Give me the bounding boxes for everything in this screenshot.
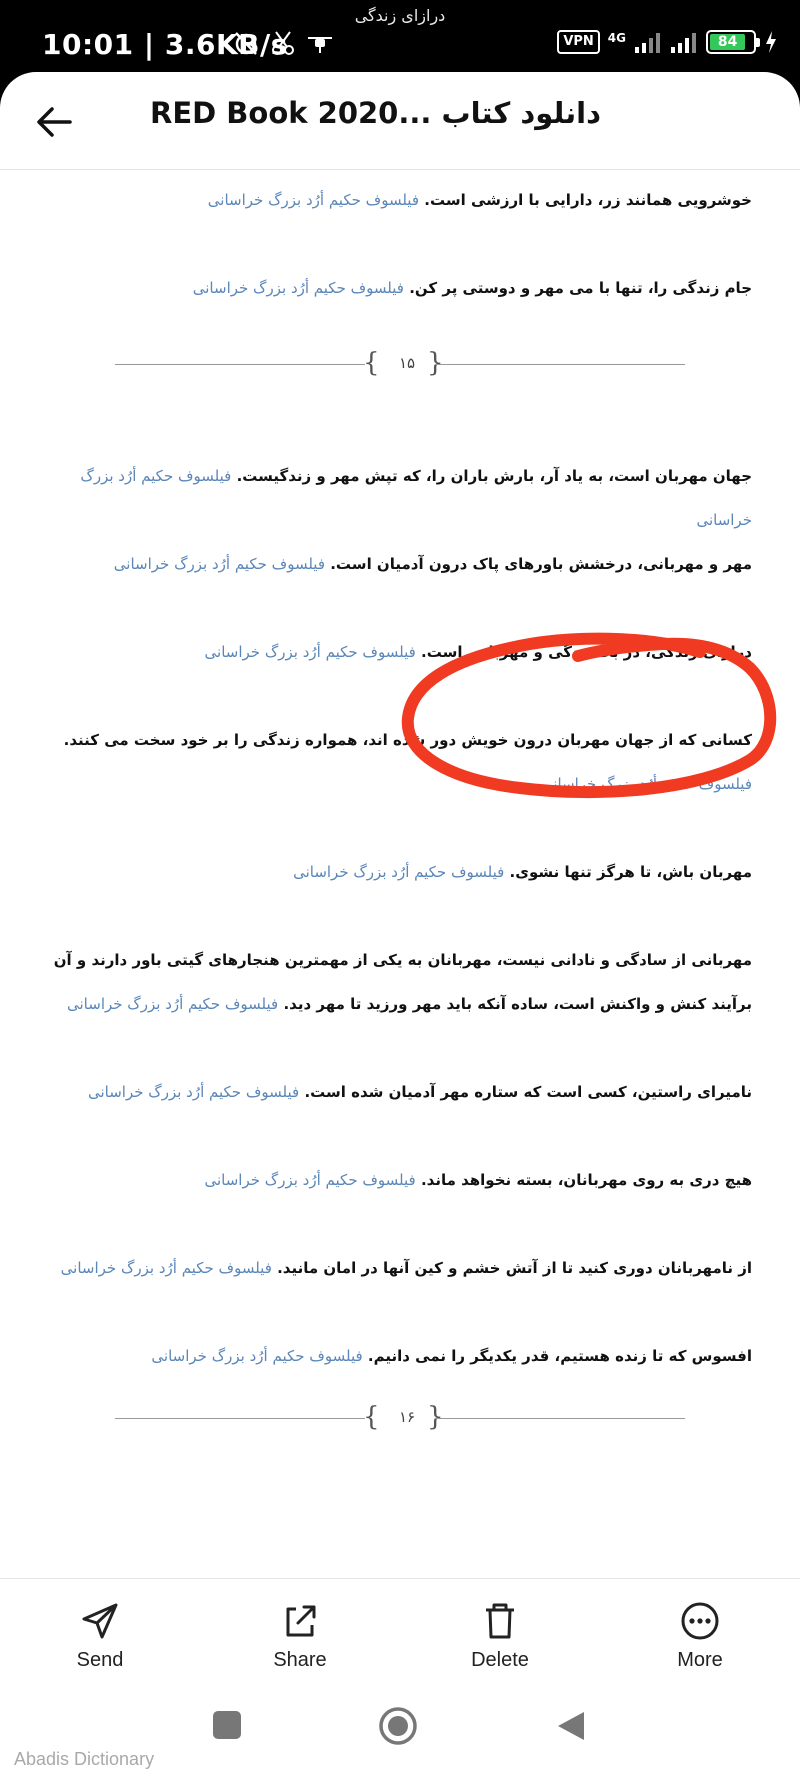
- home-button[interactable]: [378, 1706, 418, 1750]
- quote-author-link[interactable]: فیلسوف حکیم أرُد بزرگ خراسانی: [205, 643, 416, 661]
- quote-author-link[interactable]: فیلسوف حکیم أرُد بزرگ خراسانی: [151, 1347, 362, 1365]
- system-nav-bar: Abadis Dictionary: [0, 1690, 800, 1778]
- quote-text: نامیرای راستین، کسی است که ستاره مهر آدم…: [304, 1083, 752, 1101]
- app-header: دانلود کتاب ...RED Book 2020: [0, 72, 800, 170]
- quote-author-link[interactable]: فیلسوف حکیم أرُد بزرگ خراسانی: [193, 279, 404, 297]
- back-nav-button[interactable]: [556, 1710, 586, 1746]
- delete-label: Delete: [471, 1649, 529, 1671]
- status-right-icons: VPN 4G 84: [557, 30, 778, 54]
- quote-item: افسوس که تا زنده هستیم، قدر یکدیگر را نم…: [52, 1334, 752, 1378]
- quote-text: خوشرویی همانند زر، دارایی با ارزشی است.: [424, 191, 752, 209]
- notification-title: درازای زندگی: [354, 6, 446, 25]
- app-window: دانلود کتاب ...RED Book 2020 خوشرویی هما…: [0, 72, 800, 1778]
- quote-item: مهر و مهربانی، درخشش باورهای پاک درون آد…: [52, 542, 752, 586]
- battery-level: 84: [710, 34, 746, 50]
- send-button[interactable]: Send: [30, 1601, 170, 1672]
- page-number: ۱۵: [398, 354, 416, 372]
- page-title: دانلود کتاب ...RED Book 2020: [150, 96, 601, 130]
- message-content: خوشرویی همانند زر، دارایی با ارزشی است. …: [0, 170, 800, 1570]
- more-dots-icon: [681, 1602, 719, 1640]
- signal-icon-2: [671, 33, 696, 53]
- quote-item: مهربانی از سادگی و نادانی نیست، مهربانان…: [52, 938, 752, 1026]
- quote-author-link[interactable]: فیلسوف حکیم أرُد بزرگ خراسانی: [293, 863, 504, 881]
- quote-text: از نامهربانان دوری کنید تا از آتش خشم و …: [277, 1259, 752, 1277]
- arrow-left-icon: [37, 107, 72, 137]
- quote-text: هیچ دری به روی مهربانان، بسته نخواهد مان…: [420, 1171, 752, 1189]
- more-label: More: [677, 1649, 723, 1671]
- battery-indicator: 84: [706, 30, 760, 54]
- page-number: ۱۶: [398, 1408, 416, 1426]
- send-label: Send: [76, 1649, 124, 1671]
- triangle-back-icon: [558, 1712, 584, 1740]
- charging-icon: [766, 31, 776, 53]
- watermark-text: Abadis Dictionary: [14, 1749, 155, 1769]
- quote-author-link[interactable]: فیلسوف حکیم أرُد بزرگ خراسانی: [61, 1259, 272, 1277]
- signal-icon-1: [635, 33, 660, 53]
- quote-author-link[interactable]: فیلسوف حکیم أرُد بزرگ خراسانی: [88, 1083, 299, 1101]
- more-button[interactable]: More: [630, 1601, 770, 1672]
- send-icon: [82, 1603, 118, 1639]
- quote-author-link[interactable]: فیلسوف حکیم أرُد بزرگ خراسانی: [208, 191, 419, 209]
- page-divider: { ۱۵ }: [115, 348, 685, 380]
- home-circle-icon: [379, 1707, 417, 1745]
- delete-button[interactable]: Delete: [430, 1601, 570, 1672]
- no-alarm-icon: [235, 32, 257, 55]
- square-icon: [213, 1711, 241, 1739]
- quote-item: از نامهربانان دوری کنید تا از آتش خشم و …: [52, 1246, 752, 1290]
- trash-icon: [486, 1603, 514, 1639]
- scissors-icon: [272, 31, 294, 55]
- quote-author-link[interactable]: فیلسوف حکیم أرُد بزرگ خراسانی: [67, 995, 278, 1013]
- page-divider: { ۱۶ }: [115, 1402, 685, 1434]
- share-label: Share: [273, 1649, 327, 1671]
- share-icon: [286, 1605, 316, 1637]
- quote-text: جام زندگی را، تنها با می مهر و دوستی پر …: [409, 279, 752, 297]
- quote-item: هیچ دری به روی مهربانان، بسته نخواهد مان…: [52, 1158, 752, 1202]
- quote-item: خوشرویی همانند زر، دارایی با ارزشی است. …: [52, 178, 752, 222]
- status-bar: درازای زندگی 10:01 | 3.6KB/s VPN 4G 84: [0, 0, 800, 72]
- vpn-badge: VPN: [557, 30, 600, 54]
- quote-item: جام زندگی را، تنها با می مهر و دوستی پر …: [52, 266, 752, 310]
- action-bar: Send Share Delete More: [0, 1578, 800, 1690]
- status-icons: [232, 30, 334, 56]
- quote-text: مهربان باش، تا هرگز تنها نشوی.: [509, 863, 752, 881]
- quote-item: جهان مهربان است، به یاد آر، بارش باران ر…: [52, 454, 752, 542]
- quote-item: مهربان باش، تا هرگز تنها نشوی. فیلسوف حک…: [52, 850, 752, 894]
- drone-icon: [308, 37, 332, 53]
- quote-author-link[interactable]: فیلسوف حکیم أرُد بزرگ خراسانی: [114, 555, 325, 573]
- quote-text: افسوس که تا زنده هستیم، قدر یکدیگر را نم…: [367, 1347, 752, 1365]
- red-circle-annotation: [401, 632, 777, 799]
- back-button[interactable]: [28, 96, 80, 148]
- network-type: 4G: [607, 31, 626, 45]
- quote-author-link[interactable]: فیلسوف حکیم أرُد بزرگ خراسانی: [204, 1171, 415, 1189]
- quote-text: مهر و مهربانی، درخشش باورهای پاک درون آد…: [330, 555, 752, 573]
- recent-apps-button[interactable]: [212, 1710, 242, 1744]
- share-button[interactable]: Share: [230, 1601, 370, 1672]
- quote-text: جهان مهربان است، به یاد آر، بارش باران ر…: [236, 467, 752, 485]
- quote-item: نامیرای راستین، کسی است که ستاره مهر آدم…: [52, 1070, 752, 1114]
